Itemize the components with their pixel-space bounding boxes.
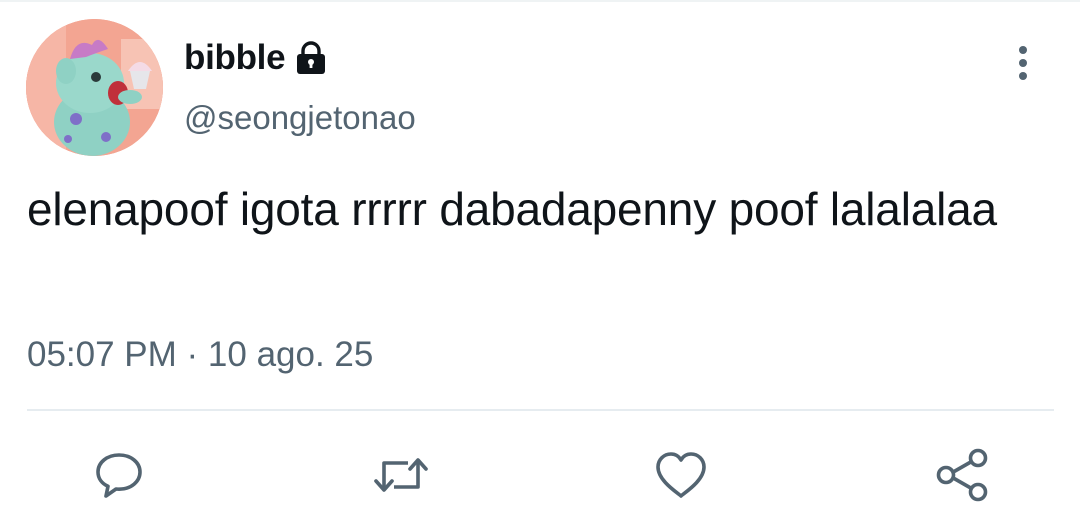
retweet-icon — [374, 458, 428, 492]
vertical-ellipsis-icon — [1019, 46, 1027, 80]
avatar[interactable] — [26, 19, 163, 156]
actions-divider — [27, 409, 1054, 411]
heart-icon — [656, 452, 706, 498]
display-name[interactable]: bibble — [184, 38, 286, 78]
share-button[interactable] — [933, 446, 991, 504]
lock-icon — [291, 38, 331, 78]
retweet-button[interactable] — [372, 446, 430, 504]
tweet-timestamp[interactable]: 05:07 PM · 10 ago. 25 — [27, 335, 373, 375]
author-name-row: bibble — [184, 36, 331, 80]
top-divider — [0, 0, 1080, 2]
share-icon — [936, 448, 988, 502]
reply-button[interactable] — [90, 446, 148, 504]
user-handle[interactable]: @seongjetonao — [184, 99, 416, 137]
like-button[interactable] — [652, 446, 710, 504]
more-options-button[interactable] — [1003, 40, 1043, 86]
speech-bubble-icon — [96, 453, 142, 498]
avatar-image — [26, 19, 163, 156]
tweet-text: elenapoof igota rrrrr dabadapenny poof l… — [27, 183, 997, 235]
